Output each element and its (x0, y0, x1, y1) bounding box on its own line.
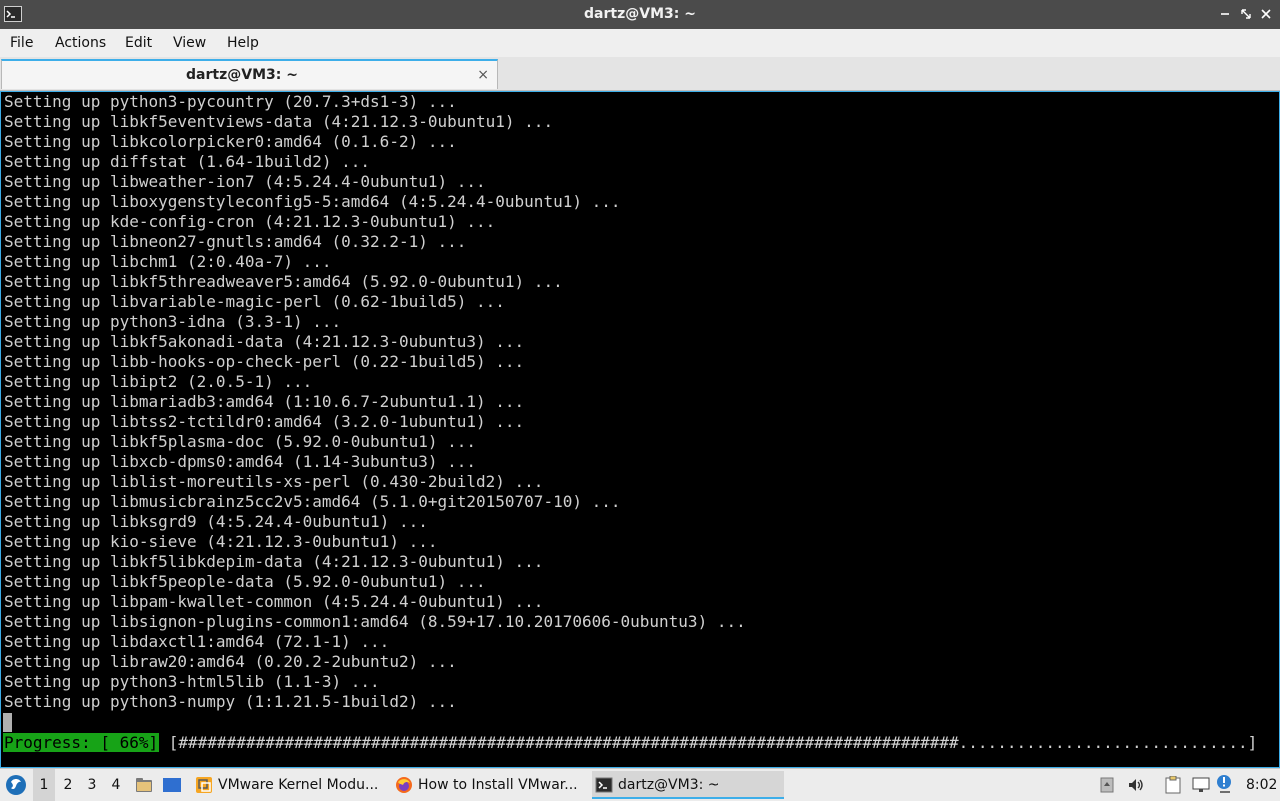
taskbar: 1 2 3 4 VMware Kernel Modu... How to Ins… (0, 768, 1280, 801)
terminal-line: Setting up libraw20:amd64 (0.20.2-2ubunt… (4, 652, 457, 671)
terminal-line: Setting up libkf5akonadi-data (4:21.12.3… (4, 332, 525, 351)
terminal-line: Setting up libneon27-gnutls:amd64 (0.32.… (4, 232, 467, 251)
window-title: dartz@VM3: ~ (584, 6, 696, 22)
file-manager-icon[interactable] (135, 776, 153, 794)
task-terminal[interactable]: dartz@VM3: ~ (592, 771, 784, 799)
terminal-line: Setting up libkf5people-data (5.92.0-0ub… (4, 572, 486, 591)
maximize-icon[interactable] (1239, 7, 1253, 21)
terminal-line: Setting up libchm1 (2:0.40a-7) ... (4, 252, 332, 271)
close-icon[interactable] (1259, 7, 1273, 21)
terminal-line: Setting up libmariadb3:amd64 (1:10.6.7-2… (4, 392, 525, 411)
task-vmware[interactable]: VMware Kernel Modu... (192, 771, 388, 799)
terminal-line: Setting up libkf5plasma-doc (5.92.0-0ubu… (4, 432, 477, 451)
minimize-icon[interactable] (1218, 7, 1232, 21)
menu-bar: File Actions Edit View Help (0, 29, 1280, 57)
terminal-line: Setting up libkf5libkdepim-data (4:21.12… (4, 552, 544, 571)
terminal-line: Setting up python3-html5lib (1.1-3) ... (4, 672, 380, 691)
terminal-line: Setting up libdaxctl1:amd64 (72.1-1) ... (4, 632, 390, 651)
tab-terminal[interactable]: dartz@VM3: ~ × (1, 59, 498, 89)
terminal-line: Setting up libsignon-plugins-common1:amd… (4, 612, 746, 631)
menu-view[interactable]: View (173, 29, 206, 57)
terminal-output: Setting up python3-pycountry (20.7.3+ds1… (4, 92, 1274, 712)
terminal-line: Setting up libkf5threadweaver5:amd64 (5.… (4, 272, 563, 291)
menu-help[interactable]: Help (227, 29, 259, 57)
terminal-line: Setting up libpam-kwallet-common (4:5.24… (4, 592, 544, 611)
progress-bar: [#######################################… (168, 733, 1258, 752)
terminal-line: Setting up libkcolorpicker0:amd64 (0.1.6… (4, 132, 457, 151)
terminal-line: Setting up liblist-moreutils-xs-perl (0.… (4, 472, 544, 491)
terminal-line: Setting up libkf5eventviews-data (4:21.1… (4, 112, 554, 131)
terminal-line: Setting up libxcb-dpms0:amd64 (1.14-3ubu… (4, 452, 477, 471)
task-firefox[interactable]: How to Install VMwar... (392, 771, 588, 799)
volume-icon[interactable] (1127, 776, 1145, 794)
progress-label: Progress: [ 66%] (3, 733, 160, 752)
terminal-line: Setting up libksgrd9 (4:5.24.4-0ubuntu1)… (4, 512, 428, 531)
desktop-3[interactable]: 3 (81, 769, 103, 801)
terminal-line: Setting up python3-pycountry (20.7.3+ds1… (4, 92, 457, 111)
show-desktop-icon[interactable] (162, 776, 182, 794)
terminal-line: Setting up libtss2-tctildr0:amd64 (3.2.0… (4, 412, 525, 431)
terminal-line: Setting up diffstat (1.64-1build2) ... (4, 152, 371, 171)
terminal-line: Setting up kde-config-cron (4:21.12.3-0u… (4, 212, 496, 231)
desktop-2[interactable]: 2 (57, 769, 79, 801)
window-titlebar[interactable]: dartz@VM3: ~ (0, 0, 1280, 29)
terminal-line: Setting up libmusicbrainz5cc2v5:amd64 (5… (4, 492, 621, 511)
terminal-line: Setting up python3-idna (3.3-1) ... (4, 312, 342, 331)
terminal-icon (595, 777, 613, 793)
task-label-terminal: dartz@VM3: ~ (618, 777, 720, 793)
terminal-line: Setting up libvariable-magic-perl (0.62-… (4, 292, 505, 311)
terminal-view[interactable]: Setting up python3-pycountry (20.7.3+ds1… (0, 91, 1280, 768)
task-label-vmware: VMware Kernel Modu... (218, 777, 379, 793)
notification-icon[interactable] (1216, 774, 1234, 796)
menu-edit[interactable]: Edit (125, 29, 152, 57)
terminal-line: Setting up libipt2 (2.0.5-1) ... (4, 372, 313, 391)
desktop-1[interactable]: 1 (33, 769, 55, 801)
terminal-line: Setting up libb-hooks-op-check-perl (0.2… (4, 352, 525, 371)
tab-close-icon[interactable]: × (477, 67, 489, 83)
menu-file[interactable]: File (10, 29, 33, 57)
vmware-icon (196, 777, 212, 793)
task-label-firefox: How to Install VMwar... (418, 777, 578, 793)
terminal-line: Setting up libweather-ion7 (4:5.24.4-0ub… (4, 172, 486, 191)
progress-row: Progress: [ 66%] [######################… (3, 733, 1273, 753)
terminal-line: Setting up kio-sieve (4:21.12.3-0ubuntu1… (4, 532, 438, 551)
network-icon[interactable] (1191, 776, 1211, 794)
firefox-icon (396, 777, 412, 793)
desktop-4[interactable]: 4 (105, 769, 127, 801)
terminal-line: Setting up liboxygenstyleconfig5-5:amd64… (4, 192, 621, 211)
app-launcher-icon[interactable] (5, 774, 27, 796)
tab-strip: dartz@VM3: ~ × (0, 57, 1280, 91)
usb-icon[interactable] (1099, 776, 1115, 794)
terminal-cursor (3, 713, 12, 732)
menu-actions[interactable]: Actions (55, 29, 106, 57)
terminal-line: Setting up python3-numpy (1:1.21.5-1buil… (4, 692, 457, 711)
clock[interactable]: 8:02 (1246, 769, 1277, 801)
clipboard-icon[interactable] (1163, 776, 1183, 794)
tab-label: dartz@VM3: ~ (186, 67, 298, 83)
